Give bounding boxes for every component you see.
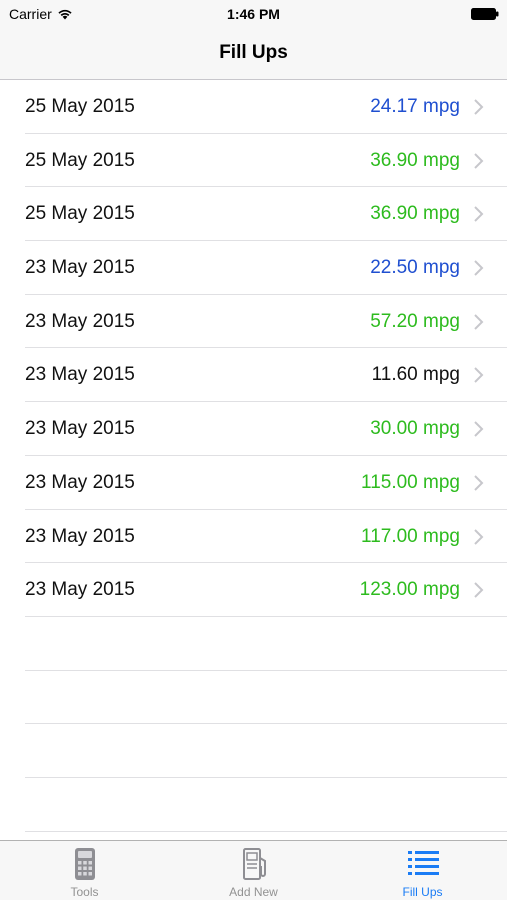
fillup-row[interactable]: 23 May 2015 22.50 mpg [25,241,507,295]
fillup-date: 23 May 2015 [25,525,135,547]
chevron-right-icon [474,528,484,545]
empty-row [25,671,507,725]
empty-row [25,778,507,832]
fillup-list: 25 May 2015 24.17 mpg 25 May 2015 36.90 … [0,80,507,832]
fillup-date: 23 May 2015 [25,418,135,440]
chevron-right-icon [474,152,484,169]
empty-row [25,724,507,778]
fillup-date: 23 May 2015 [25,579,135,601]
tab-tools[interactable]: Tools [0,841,169,900]
fillup-date: 25 May 2015 [25,96,135,117]
tab-bar: Tools Add New Fill Ups [0,840,507,900]
fillup-mpg: 115.00 mpg [361,471,460,493]
fillup-row[interactable]: 25 May 2015 36.90 mpg [25,134,507,188]
chevron-right-icon [474,475,484,491]
fillup-date: 25 May 2015 [25,203,135,225]
fillup-row[interactable]: 25 May 2015 24.17 mpg [25,80,507,134]
status-time: 1:46 PM [227,6,280,22]
chevron-right-icon [474,367,484,384]
fillup-mpg: 11.60 mpg [371,364,460,386]
fillup-row[interactable]: 23 May 2015 115.00 mpg [25,456,507,510]
battery-icon [471,8,499,20]
chevron-right-icon [474,99,484,115]
fillup-row[interactable]: 23 May 2015 30.00 mpg [25,402,507,456]
fillup-mpg: 22.50 mpg [370,257,460,279]
tab-label: Fill Ups [402,885,443,899]
chevron-right-icon [474,206,484,223]
chevron-right-icon [474,421,484,437]
fillup-date: 25 May 2015 [25,149,135,171]
fillup-date: 23 May 2015 [25,257,135,279]
chevron-right-icon [474,260,484,276]
fillup-row[interactable]: 23 May 2015 117.00 mpg [25,510,507,564]
fillup-mpg: 57.20 mpg [370,310,460,332]
fillup-date: 23 May 2015 [25,364,135,386]
fillup-row[interactable]: 25 May 2015 36.90 mpg [25,187,507,242]
fillup-mpg: 117.00 mpg [361,525,460,547]
calculator-icon [74,848,95,880]
status-bar: Carrier 1:46 PM [0,0,507,28]
fillup-date: 23 May 2015 [25,471,135,493]
list-icon [407,851,439,875]
fillup-mpg: 24.17 mpg [370,96,460,117]
fillup-row[interactable]: 23 May 2015 123.00 mpg [25,563,507,617]
fillup-row[interactable]: 23 May 2015 57.20 mpg [25,295,507,349]
page-title: Fill Ups [219,42,288,63]
tab-label: Tools [70,885,99,899]
fillup-mpg: 36.90 mpg [370,149,460,171]
tab-add-new[interactable]: Add New [169,841,338,900]
fillup-date: 23 May 2015 [25,310,135,332]
gas-pump-icon [242,848,266,880]
tab-fill-ups[interactable]: Fill Ups [338,841,507,900]
chevron-right-icon [474,582,484,598]
tab-label: Add New [229,885,278,899]
fillup-row[interactable]: 23 May 2015 11.60 mpg [25,348,507,403]
empty-row [25,617,507,671]
chevron-right-icon [474,314,484,330]
fillup-mpg: 36.90 mpg [370,203,460,225]
fillup-mpg: 123.00 mpg [359,579,460,601]
navigation-bar: Fill Ups [0,28,507,80]
fillup-mpg: 30.00 mpg [370,418,460,440]
